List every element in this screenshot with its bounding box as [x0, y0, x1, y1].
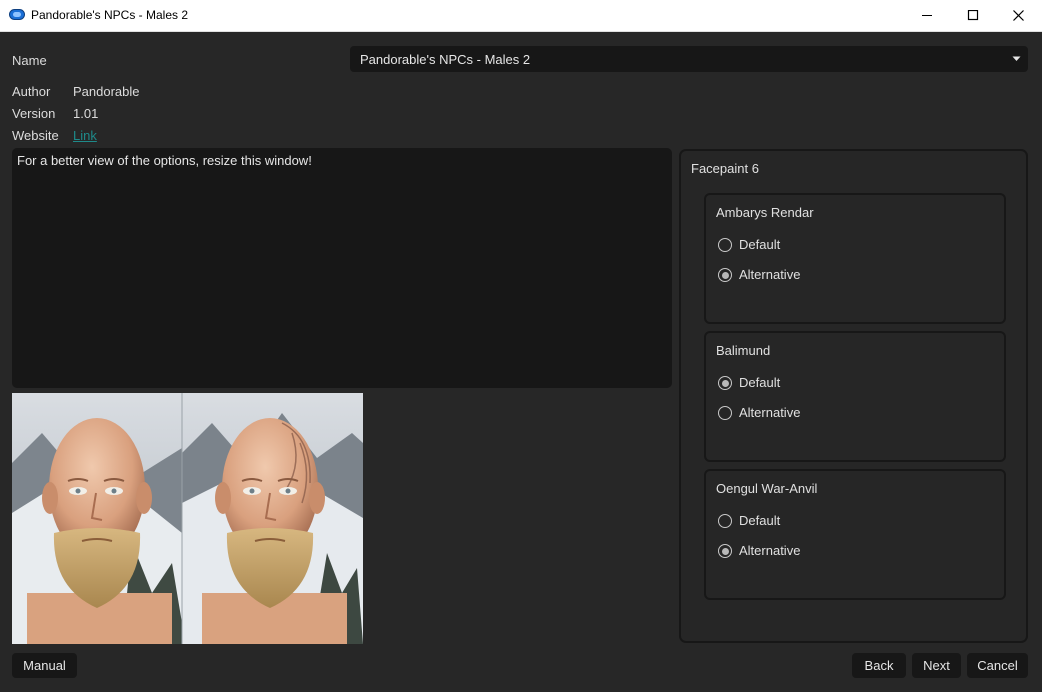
website-link[interactable]: Link [73, 128, 97, 143]
description-box[interactable]: For a better view of the options, resize… [12, 148, 672, 388]
option-label: Alternative [739, 543, 801, 558]
title-bar: Pandorable's NPCs - Males 2 [0, 0, 1042, 32]
option-default[interactable]: Default [718, 513, 918, 531]
maximize-button[interactable] [950, 0, 996, 31]
window-title: Pandorable's NPCs - Males 2 [31, 8, 189, 22]
radio-button[interactable] [718, 238, 732, 252]
option-group-facepaint: Facepaint 6 Ambarys Rendar Default Alter… [679, 149, 1028, 643]
close-icon [1013, 10, 1024, 21]
description-text: For a better view of the options, resize… [17, 153, 312, 168]
option-label: Default [739, 375, 781, 390]
subgroup-title: Balimund [716, 343, 771, 358]
option-alternative[interactable]: Alternative [718, 543, 918, 561]
radio-button-selected[interactable] [718, 544, 732, 558]
version-value: 1.01 [73, 106, 99, 121]
option-label: Default [739, 513, 781, 528]
group-title: Facepaint 6 [691, 161, 759, 176]
radio-button-selected[interactable] [718, 376, 732, 390]
chevron-down-icon [1012, 56, 1021, 61]
name-dropdown[interactable]: Pandorable's NPCs - Males 2 [350, 46, 1028, 72]
subgroup-title: Oengul War-Anvil [716, 481, 818, 496]
author-label: Author [12, 84, 51, 99]
name-dropdown-value: Pandorable's NPCs - Males 2 [360, 52, 531, 67]
subgroup-ambarys-rendar: Ambarys Rendar Default Alternative [704, 193, 1006, 324]
option-label: Alternative [739, 405, 801, 420]
subgroup-oengul-war-anvil: Oengul War-Anvil Default Alternative [704, 469, 1006, 600]
website-label: Website [12, 128, 59, 143]
version-label: Version [12, 106, 56, 121]
name-label: Name [12, 53, 47, 68]
radio-button[interactable] [718, 514, 732, 528]
close-button[interactable] [996, 0, 1042, 31]
minimize-button[interactable] [904, 0, 950, 31]
radio-button[interactable] [718, 406, 732, 420]
back-button[interactable]: Back [852, 653, 906, 678]
option-default[interactable]: Default [718, 375, 918, 393]
cancel-button[interactable]: Cancel [967, 653, 1028, 678]
maximize-icon [967, 10, 979, 21]
subgroup-title: Ambarys Rendar [716, 205, 814, 220]
option-alternative[interactable]: Alternative [718, 405, 918, 423]
option-label: Alternative [739, 267, 801, 282]
minimize-icon [922, 15, 932, 16]
app-icon [9, 9, 25, 20]
option-alternative[interactable]: Alternative [718, 267, 918, 285]
subgroup-balimund: Balimund Default Alternative [704, 331, 1006, 462]
preview-image [12, 393, 363, 644]
next-button[interactable]: Next [912, 653, 961, 678]
author-value: Pandorable [73, 84, 140, 99]
option-default[interactable]: Default [718, 237, 918, 255]
manual-button[interactable]: Manual [12, 653, 77, 678]
option-label: Default [739, 237, 781, 252]
radio-button-selected[interactable] [718, 268, 732, 282]
